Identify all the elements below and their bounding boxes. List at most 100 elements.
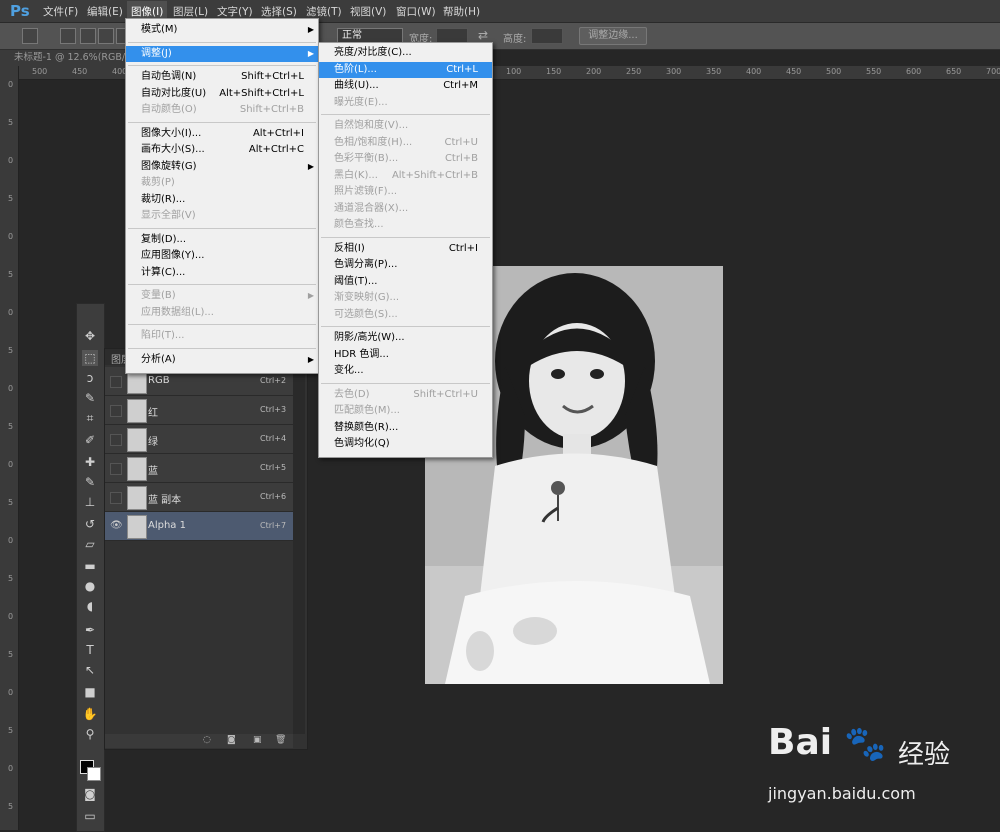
menu-type[interactable]: 文字(Y) <box>217 4 253 19</box>
history-brush-icon[interactable]: ↺ <box>82 516 98 532</box>
add-selection-icon[interactable] <box>80 28 96 44</box>
swap-icon[interactable]: ⇄ <box>478 28 488 42</box>
menu-item: 色彩平衡(B)... Ctrl+B <box>319 151 492 167</box>
image-menu-dropdown: 模式(M) ▶ 调整(J) ▶ 自动色调(N) Shift+Ctrl+L 自动对比度(U) A… <box>125 18 319 374</box>
menu-item[interactable]: 应用图像(Y)... <box>126 248 318 264</box>
shape-tool-icon[interactable]: ■ <box>82 684 98 700</box>
marquee-tool-icon[interactable]: ⬚ <box>82 350 98 366</box>
menu-item[interactable]: 复制(D)... <box>126 232 318 248</box>
path-select-tool-icon[interactable]: ↖ <box>82 662 98 678</box>
menu-item-label: 显示全部(V) <box>141 210 196 221</box>
menu-window[interactable]: 窗口(W) <box>396 4 436 19</box>
channel-row-red[interactable]: 红 Ctrl+3 <box>105 396 293 425</box>
menu-help[interactable]: 帮助(H) <box>443 4 480 19</box>
quick-select-tool-icon[interactable]: ✎ <box>82 390 98 406</box>
save-selection-icon[interactable]: ◙ <box>227 735 236 745</box>
crop-tool-icon[interactable]: ⌗ <box>82 410 98 426</box>
ruler-v-label: 0 <box>8 384 14 393</box>
menu-item[interactable]: 阴影/高光(W)... <box>319 330 492 346</box>
menu-item[interactable]: 分析(A) ▶ <box>126 352 318 368</box>
marquee-preset-icon[interactable] <box>22 28 38 44</box>
new-selection-icon[interactable] <box>60 28 76 44</box>
menu-item[interactable]: 模式(M) ▶ <box>126 22 318 38</box>
menu-item[interactable]: HDR 色调... <box>319 347 492 363</box>
refine-edge-button[interactable]: 调整边缘... <box>579 27 647 45</box>
menu-item[interactable]: 色调分离(P)... <box>319 257 492 273</box>
height-field[interactable] <box>531 28 563 44</box>
lasso-tool-icon[interactable]: ↄ <box>82 370 98 386</box>
channel-row-blue[interactable]: 蓝 Ctrl+5 <box>105 454 293 483</box>
eraser-tool-icon[interactable]: ▱ <box>82 536 98 552</box>
visibility-toggle[interactable] <box>110 463 122 475</box>
zoom-tool-icon[interactable]: ⚲ <box>82 726 98 742</box>
menu-item[interactable]: 亮度/对比度(C)... <box>319 45 492 61</box>
menu-item-label: 曲线(U)... <box>334 80 379 91</box>
menu-item[interactable]: 裁切(R)... <box>126 192 318 208</box>
channel-row-green[interactable]: 绿 Ctrl+4 <box>105 425 293 454</box>
menu-filter[interactable]: 滤镜(T) <box>306 4 342 19</box>
move-tool-icon[interactable]: ✥ <box>82 328 98 344</box>
channel-shortcut: Ctrl+3 <box>260 405 287 414</box>
menu-item[interactable]: 图像旋转(G) ▶ <box>126 159 318 175</box>
channel-row-blue-copy[interactable]: 蓝 副本 Ctrl+6 <box>105 483 293 512</box>
menu-item[interactable]: 曲线(U)... Ctrl+M <box>319 78 492 94</box>
load-selection-icon[interactable]: ◌ <box>203 735 211 745</box>
menu-item[interactable]: 图像大小(I)... Alt+Ctrl+I <box>126 126 318 142</box>
menu-item-label: 裁剪(P) <box>141 177 175 188</box>
menu-item[interactable]: 阈值(T)... <box>319 274 492 290</box>
menu-view[interactable]: 视图(V) <box>350 4 386 19</box>
menu-item-label: 图像大小(I)... <box>141 127 202 139</box>
brush-tool-icon[interactable]: ✎ <box>82 474 98 490</box>
menu-item-label: 画布大小(S)... <box>141 144 205 155</box>
menu-select[interactable]: 选择(S) <box>261 4 297 19</box>
menu-edit[interactable]: 编辑(E) <box>87 4 123 19</box>
subtract-selection-icon[interactable] <box>98 28 114 44</box>
eyedropper-tool-icon[interactable]: ✐ <box>82 432 98 448</box>
visibility-toggle[interactable] <box>110 376 122 388</box>
menu-item[interactable]: 计算(C)... <box>126 265 318 281</box>
visibility-toggle[interactable] <box>110 405 122 417</box>
dodge-tool-icon[interactable]: ◖ <box>82 598 98 614</box>
menu-separator <box>321 382 490 384</box>
menu-item-shortcut: Alt+Ctrl+C <box>248 144 304 155</box>
ruler-h-label: 200 <box>586 67 602 76</box>
menu-separator <box>128 121 316 123</box>
healing-tool-icon[interactable]: ✚ <box>82 454 98 470</box>
new-channel-icon[interactable]: ▣ <box>253 735 262 745</box>
menu-layer[interactable]: 图层(L) <box>173 4 208 19</box>
menu-item[interactable]: 色阶(L)... Ctrl+L <box>319 61 492 78</box>
menu-item[interactable]: 自动色调(N) Shift+Ctrl+L <box>126 69 318 85</box>
panel-scrollbar[interactable] <box>293 365 305 734</box>
type-tool-icon[interactable]: T <box>82 642 98 658</box>
stamp-tool-icon[interactable]: ⊥ <box>82 494 98 510</box>
document-tab[interactable]: 未标题-1 @ 12.6%(RGB/8 <box>0 50 139 66</box>
menu-item[interactable]: 画布大小(S)... Alt+Ctrl+C <box>126 142 318 158</box>
ruler-v-label: 0 <box>8 536 14 545</box>
visibility-toggle[interactable] <box>110 492 122 504</box>
channel-thumbnail <box>127 399 147 423</box>
menu-item[interactable]: 反相(I) Ctrl+I <box>319 241 492 257</box>
channel-row-alpha1[interactable]: 👁 Alpha 1 Ctrl+7 <box>105 512 293 541</box>
ruler-v-label: 5 <box>8 574 14 583</box>
menu-item[interactable]: 自动对比度(U) Alt+Shift+Ctrl+L <box>126 86 318 102</box>
pen-tool-icon[interactable]: ✒ <box>82 622 98 638</box>
hand-tool-icon[interactable]: ✋ <box>82 706 98 722</box>
delete-channel-icon[interactable]: 🗑 <box>275 735 286 745</box>
ruler-v-label: 0 <box>8 612 14 621</box>
menu-file[interactable]: 文件(F) <box>43 4 78 19</box>
submenu-arrow-icon: ▶ <box>307 161 314 171</box>
menu-item[interactable]: 色调均化(Q) <box>319 436 492 452</box>
blur-tool-icon[interactable]: ● <box>82 578 98 594</box>
background-color-swatch[interactable] <box>87 767 101 781</box>
menu-item[interactable]: 变化... <box>319 363 492 379</box>
menu-item[interactable]: 替换颜色(R)... <box>319 420 492 436</box>
gradient-tool-icon[interactable]: ▬ <box>82 558 98 574</box>
channel-shortcut: Ctrl+7 <box>260 521 287 530</box>
menu-item: 自动颜色(O) Shift+Ctrl+B <box>126 102 318 118</box>
screen-mode-icon[interactable]: ▭ <box>82 808 98 824</box>
menu-item: 颜色查找... <box>319 217 492 233</box>
eye-icon[interactable]: 👁 <box>110 520 123 531</box>
quick-mask-icon[interactable]: ◙ <box>82 786 98 802</box>
menu-item[interactable]: 调整(J) ▶ <box>126 45 318 62</box>
visibility-toggle[interactable] <box>110 434 122 446</box>
